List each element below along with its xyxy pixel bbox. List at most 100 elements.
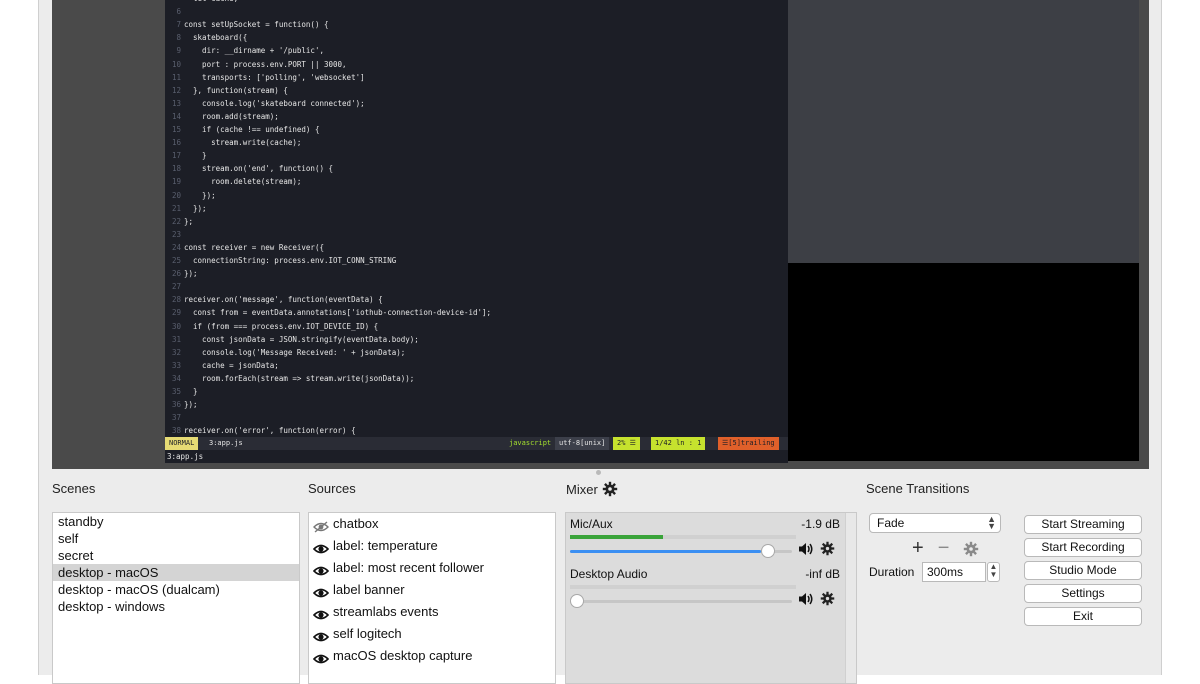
code-text: console.log('skateboard connected'); xyxy=(184,98,365,108)
code-text: const setUpSocket = function() { xyxy=(184,20,329,30)
add-transition-button[interactable]: + xyxy=(912,537,924,560)
preview-canvas[interactable]: let cache;67const setUpSocket = function… xyxy=(52,0,1149,469)
splitter-handle[interactable] xyxy=(596,470,601,475)
eye-icon[interactable] xyxy=(312,540,330,554)
code-line: 11 transports: ['polling', 'websocket'] xyxy=(165,71,365,84)
code-line: 15 if (cache !== undefined) { xyxy=(165,123,320,136)
slider-knob[interactable] xyxy=(761,544,776,558)
line-number: 19 xyxy=(171,177,181,187)
studio-mode-button[interactable]: Studio Mode xyxy=(1024,561,1142,580)
code-line: 26}); xyxy=(165,267,198,280)
line-number: 18 xyxy=(171,164,181,174)
code-editor-capture: let cache;67const setUpSocket = function… xyxy=(165,0,788,463)
volume-slider[interactable] xyxy=(570,543,792,559)
duration-stepper[interactable]: ▲ ▼ xyxy=(987,562,1000,582)
source-item[interactable]: chatbox xyxy=(309,513,555,535)
source-item[interactable]: label banner xyxy=(309,579,555,601)
gear-icon[interactable] xyxy=(963,541,979,557)
mixer-scrollbar[interactable] xyxy=(845,513,856,683)
source-item[interactable]: label: most recent follower xyxy=(309,557,555,579)
mixer-header: Mixer xyxy=(566,481,618,497)
eye-icon[interactable] xyxy=(312,628,330,642)
scenes-list[interactable]: standby self secret desktop - macOS desktop … xyxy=(52,512,300,684)
duration-label: Duration xyxy=(869,565,915,579)
source-label: label banner xyxy=(333,582,405,597)
code-line: 30 if (from === process.env.IOT_DEVICE_I… xyxy=(165,320,378,333)
source-item[interactable]: macOS desktop capture xyxy=(309,645,555,667)
remove-transition-button[interactable]: − xyxy=(938,537,950,560)
code-text: connectionString: process.env.IOT_CONN_S… xyxy=(184,256,397,265)
slider-fill xyxy=(570,550,762,553)
line-number: 23 xyxy=(171,229,181,239)
code-line: 10 port : process.env.PORT || 3000, xyxy=(165,58,347,71)
code-line: 38 receiver.on('error', function(error) { xyxy=(165,424,356,437)
code-line: 24 const receiver = new Receiver({ xyxy=(165,241,324,254)
scene-item[interactable]: desktop - windows xyxy=(53,598,299,615)
channel-name: Mic/Aux xyxy=(570,517,613,531)
start-recording-button[interactable]: Start Recording xyxy=(1024,538,1142,557)
line-number: 12 xyxy=(171,85,181,95)
volume-slider[interactable] xyxy=(570,593,792,609)
eye-icon[interactable] xyxy=(312,584,330,598)
code-line: 36}); xyxy=(165,398,198,411)
eye-icon[interactable] xyxy=(312,650,330,664)
exit-button[interactable]: Exit xyxy=(1024,607,1142,626)
duration-input[interactable]: 300ms xyxy=(922,562,986,582)
line-number: 22 xyxy=(171,216,181,226)
preview-side-panel xyxy=(788,0,1139,263)
channel-icons xyxy=(798,541,835,561)
code-line: 31 const jsonData = JSON.stringify(event… xyxy=(165,333,419,346)
sources-title: Sources xyxy=(308,481,356,496)
level-meter-fill xyxy=(570,535,663,539)
line-number: 35 xyxy=(171,387,181,396)
eye-hidden-icon[interactable] xyxy=(313,518,329,533)
editor-cmdline: 3:app.js xyxy=(167,452,204,461)
code-line: 18 stream.on('end', function() { xyxy=(165,162,333,175)
scene-item[interactable]: desktop - macOS (dualcam) xyxy=(53,581,299,598)
code-text: stream.write(cache); xyxy=(184,138,302,148)
line-number: 10 xyxy=(171,59,181,69)
line-number: 28 xyxy=(171,295,181,305)
transition-select[interactable]: Fade ▲ ▼ xyxy=(869,513,1001,533)
eye-icon[interactable] xyxy=(312,606,330,620)
eye-icon[interactable] xyxy=(312,562,330,576)
line-number: 16 xyxy=(171,138,181,148)
line-number: 14 xyxy=(171,111,181,121)
channel-db: -1.9 dB xyxy=(801,517,840,531)
source-item[interactable]: streamlabs events xyxy=(309,601,555,623)
start-streaming-button[interactable]: Start Streaming xyxy=(1024,515,1142,534)
channel-db: -inf dB xyxy=(805,567,840,581)
scene-item[interactable]: self xyxy=(53,530,299,547)
code-text: console.log('Message Received: ' + jsonD… xyxy=(184,347,406,357)
mixer-panel: Mic/Aux -1.9 dB Desktop Audio -inf dB xyxy=(565,512,857,684)
code-text: const receiver = new Receiver({ xyxy=(184,242,324,252)
scene-item[interactable]: desktop - macOS xyxy=(53,564,299,581)
webcam-capture xyxy=(788,263,1139,461)
slider-knob[interactable] xyxy=(570,594,584,608)
line-number: 31 xyxy=(171,334,181,344)
gear-icon[interactable] xyxy=(820,591,835,611)
code-line: 22}; xyxy=(165,215,193,228)
line-number: 15 xyxy=(171,125,181,134)
code-line: 14 room.add(stream); xyxy=(165,110,279,123)
scene-item[interactable]: secret xyxy=(53,547,299,564)
speaker-icon[interactable] xyxy=(798,592,814,611)
trailing-warning: ☰[5]trailing xyxy=(718,437,779,450)
code-line: 13 console.log('skateboard connected'); xyxy=(165,97,365,110)
line-number: 7 xyxy=(176,20,181,30)
sources-list[interactable]: chatbox label: temperature label: most rec… xyxy=(308,512,556,684)
line-number: 24 xyxy=(171,242,181,252)
code-line: 8 skateboard({ xyxy=(165,31,247,44)
line-number: 17 xyxy=(171,151,181,161)
gear-icon[interactable] xyxy=(820,541,835,561)
source-item[interactable]: self logitech xyxy=(309,623,555,645)
code-line: 32 console.log('Message Received: ' + js… xyxy=(165,346,405,359)
code-text: room.forEach(stream => stream.write(json… xyxy=(184,373,415,383)
transition-select-value: Fade xyxy=(877,516,905,530)
settings-button[interactable]: Settings xyxy=(1024,584,1142,603)
code-text: port : process.env.PORT || 3000, xyxy=(184,59,347,69)
gear-icon[interactable] xyxy=(602,481,618,497)
source-item[interactable]: label: temperature xyxy=(309,535,555,557)
speaker-icon[interactable] xyxy=(798,542,814,561)
scene-item[interactable]: standby xyxy=(53,513,299,530)
